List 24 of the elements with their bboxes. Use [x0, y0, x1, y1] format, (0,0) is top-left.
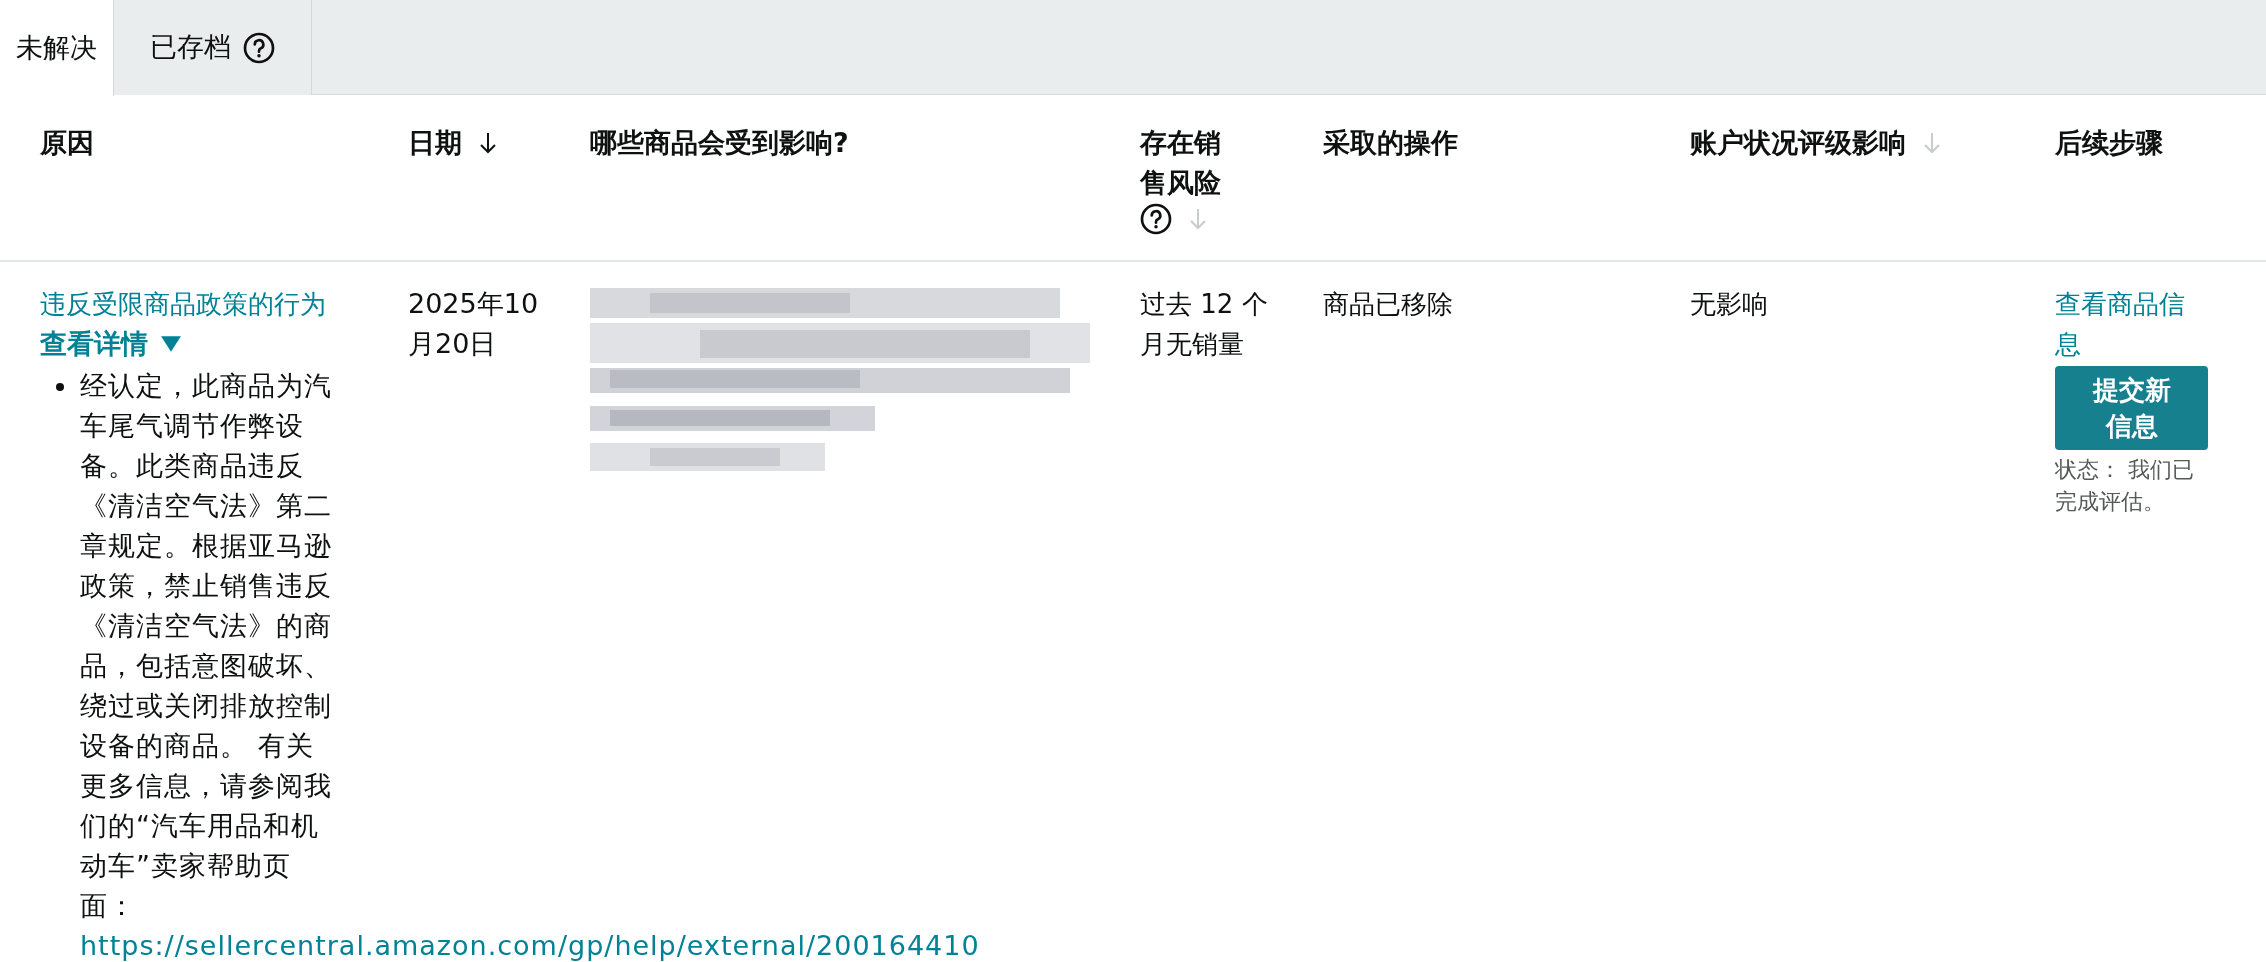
tab[interactable]: 未解决 — [0, 0, 114, 96]
reason-link[interactable]: 违反受限商品政策的行为 — [40, 284, 396, 324]
help-link[interactable]: https://sellercentral.amazon.com/gp/help/external/200164410 — [80, 930, 980, 961]
details-toggle[interactable]: 查看详情 — [40, 324, 182, 364]
help-icon[interactable] — [243, 31, 275, 64]
column-header[interactable]: 后续步骤 — [2055, 123, 2163, 163]
impact-text: 无影响 — [1690, 288, 1769, 321]
status-text: 状态： 我们已完成评估。 — [2055, 456, 2195, 516]
sales-risk-text: 过去 12 个月无销量 — [1140, 288, 1269, 361]
date-text: 2025年10月20日 — [408, 287, 540, 361]
caret-icon — [160, 335, 182, 353]
column-header[interactable]: 哪些商品会受到影响? — [590, 123, 849, 163]
tab[interactable]: 已存档 — [114, 0, 312, 95]
help-icon[interactable] — [1140, 203, 1172, 235]
bullet-icon — [56, 383, 64, 391]
action-text: 商品已移除 — [1323, 288, 1454, 321]
column-header[interactable]: 存在销售风险 — [1140, 123, 1230, 203]
column-header[interactable]: 原因 — [40, 123, 94, 163]
column-header[interactable]: 日期 — [408, 123, 462, 163]
view-listing-link[interactable]: 查看商品信息 — [2055, 284, 2205, 364]
column-header[interactable]: 采取的操作 — [1323, 123, 1458, 163]
column-header[interactable]: 账户状况评级影响 — [1690, 123, 1906, 163]
sort-arrow-icon[interactable] — [478, 131, 498, 155]
submit-button[interactable]: 提交新信息 — [2055, 366, 2208, 450]
